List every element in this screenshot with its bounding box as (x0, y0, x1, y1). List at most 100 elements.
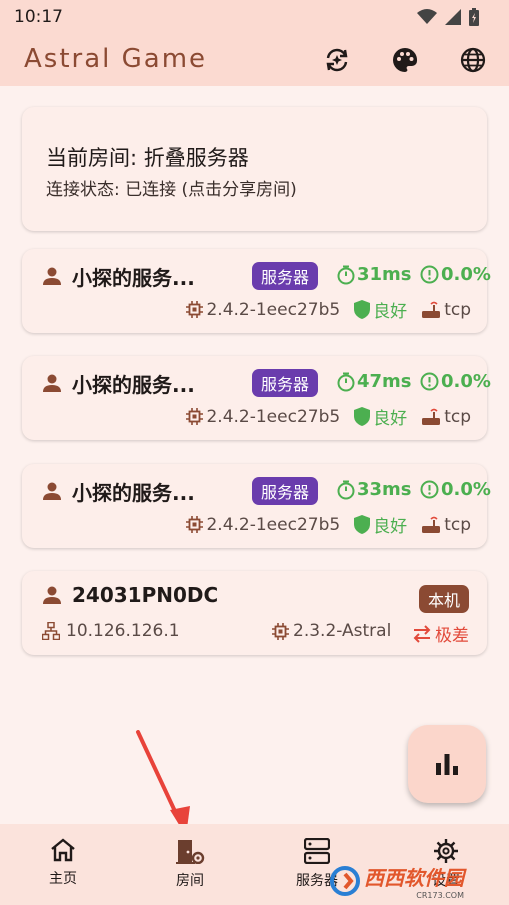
alert-circle-icon (420, 480, 439, 499)
loss-text: 0.0% (441, 371, 491, 392)
current-room-label: 当前房间: 折叠服务器 (46, 146, 249, 170)
watermark-text: 西西软件园 (364, 866, 464, 890)
room-info-card[interactable]: 当前房间: 折叠服务器 连接状态: 已连接 (点击分享房间) (22, 107, 487, 231)
ip-text: 10.126.126.1 (66, 621, 180, 641)
quality-text: 良好 (373, 409, 408, 429)
server-badge: 服务器 (252, 477, 319, 505)
server-icon (304, 838, 330, 864)
alert-circle-icon (420, 265, 439, 284)
ping-text: 33ms (357, 479, 412, 500)
person-icon (43, 586, 61, 604)
peer-card[interactable]: 小探的服务... 服务器 31ms 0.0% 2.4.2-1eec27b5 良好… (22, 249, 491, 333)
packet-loss: 0.0% (420, 479, 491, 500)
ip-info: 10.126.126.1 (42, 621, 180, 641)
version-info: 2.3.2-Astral (272, 621, 391, 641)
globe-icon (460, 47, 486, 73)
gear-icon (434, 839, 458, 863)
loss-text: 0.0% (441, 479, 491, 500)
chip-icon (186, 301, 204, 318)
peer-name: 小探的服务... (72, 480, 195, 505)
watermark-sub: CR173.COM (416, 891, 464, 900)
timer-icon (337, 480, 355, 499)
person-icon (43, 374, 61, 392)
chip-icon (186, 516, 204, 533)
quality-info: 良好 (354, 297, 407, 322)
network-tree-icon (42, 622, 60, 640)
app-bar: Astral Game (0, 34, 509, 86)
shield-icon (354, 515, 371, 534)
protocol-text: tcp (444, 406, 471, 427)
door-gear-icon (176, 840, 205, 864)
local-device-name: 24031PN0DC (72, 583, 219, 607)
server-badge: 服务器 (252, 262, 319, 290)
nav-room[interactable]: 房间 (150, 838, 230, 890)
sync-sparkle-icon (326, 48, 348, 72)
version-text: 2.4.2-1eec27b5 (206, 299, 341, 320)
home-icon (51, 838, 75, 862)
quality-text: 良好 (373, 302, 408, 322)
protocol-text: tcp (444, 299, 471, 320)
quality-info: 良好 (354, 404, 407, 429)
alert-circle-icon (420, 372, 439, 391)
signal-icon (445, 9, 461, 25)
quality-info: 极差 (412, 621, 469, 646)
language-button[interactable] (457, 44, 489, 76)
ping-value: 31ms (337, 264, 412, 285)
peer-card[interactable]: 小探的服务... 服务器 33ms 0.0% 2.4.2-1eec27b5 良好… (22, 464, 491, 548)
packet-loss: 0.0% (420, 371, 491, 392)
protocol-text: tcp (444, 514, 471, 535)
version-text: 2.3.2-Astral (293, 621, 392, 641)
wifi-icon (417, 9, 437, 24)
person-icon (43, 267, 61, 285)
theme-button[interactable] (389, 44, 421, 76)
chip-icon (272, 622, 289, 640)
quality-info: 良好 (354, 512, 407, 537)
app-title: Astral Game (24, 44, 208, 74)
status-time: 10:17 (14, 7, 63, 27)
nav-room-label: 房间 (176, 873, 204, 889)
connection-status[interactable]: 连接状态: 已连接 (点击分享房间) (46, 175, 297, 200)
quality-text: 极差 (435, 626, 469, 646)
peer-card[interactable]: 小探的服务... 服务器 47ms 0.0% 2.4.2-1eec27b5 良好… (22, 356, 491, 440)
local-device-card[interactable]: 24031PN0DC 本机 10.126.126.1 2.3.2-Astral … (22, 571, 487, 655)
stats-fab-button[interactable] (408, 725, 486, 803)
sync-button[interactable] (321, 44, 353, 76)
peer-name: 小探的服务... (72, 265, 195, 290)
ping-value: 33ms (337, 479, 412, 500)
timer-icon (337, 265, 355, 284)
watermark: 西西软件园 CR173.COM (330, 862, 464, 900)
timer-icon (337, 372, 355, 391)
quality-text: 良好 (373, 517, 408, 537)
watermark-logo-icon (330, 866, 360, 896)
shield-icon (354, 300, 371, 319)
protocol-info: tcp (421, 407, 471, 427)
router-icon (422, 516, 441, 533)
ping-text: 31ms (357, 264, 412, 285)
loss-text: 0.0% (441, 264, 491, 285)
router-icon (422, 301, 441, 318)
version-text: 2.4.2-1eec27b5 (206, 406, 341, 427)
shield-icon (354, 407, 371, 426)
system-icons (417, 8, 479, 26)
version-text: 2.4.2-1eec27b5 (206, 514, 341, 535)
nav-home[interactable]: 主页 (23, 838, 103, 888)
bar-chart-icon (436, 754, 458, 775)
battery-icon (469, 8, 479, 26)
protocol-info: tcp (421, 300, 471, 320)
person-icon (43, 482, 61, 500)
packet-loss: 0.0% (420, 264, 491, 285)
peer-name: 小探的服务... (72, 372, 195, 397)
chip-icon (186, 408, 204, 425)
ping-text: 47ms (357, 371, 412, 392)
version-info: 2.4.2-1eec27b5 (186, 515, 340, 535)
nav-home-label: 主页 (49, 871, 77, 887)
version-info: 2.4.2-1eec27b5 (186, 407, 340, 427)
palette-icon (393, 47, 418, 72)
protocol-info: tcp (421, 515, 471, 535)
status-bar: 10:17 (0, 0, 509, 34)
ping-value: 47ms (337, 371, 412, 392)
local-badge: 本机 (418, 585, 469, 613)
server-badge: 服务器 (252, 369, 319, 397)
version-info: 2.4.2-1eec27b5 (186, 300, 340, 320)
router-icon (422, 408, 441, 425)
